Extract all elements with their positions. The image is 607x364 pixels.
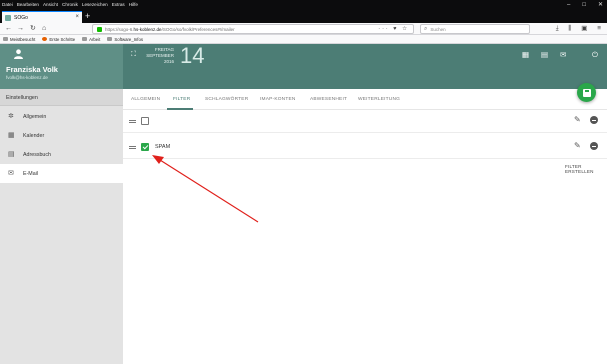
user-email: fvolk@hs-koblenz.de <box>6 75 48 80</box>
search-icon: ⌕ <box>424 25 428 32</box>
filter-row: SPAM ✎ <box>123 137 607 159</box>
menu-chronik[interactable]: Chronik <box>62 0 78 10</box>
back-icon[interactable]: ← <box>5 24 12 34</box>
menu-hilfe[interactable]: Hilfe <box>129 0 138 10</box>
drag-handle-icon[interactable] <box>129 146 136 149</box>
sidebar-item-label: Kalender <box>23 133 45 139</box>
power-icon[interactable]: ⏻ <box>592 50 598 60</box>
reload-icon[interactable]: ↻ <box>30 24 36 34</box>
filter-row: ✎ <box>123 111 607 133</box>
close-window-icon[interactable]: ✕ <box>598 0 603 10</box>
tab-weiterleitung[interactable]: WEITERLEITUNG <box>358 97 400 102</box>
preferences-sidebar: Einstellungen ✲ Allgemein ▦ Kalender ▤ A… <box>0 89 123 364</box>
sidebar-item-email[interactable]: ✉ E-Mail <box>0 164 123 183</box>
browser-tab-sogo[interactable]: SOGo × <box>2 11 82 23</box>
tab-allgemein[interactable]: ALLGEMEIN <box>131 97 160 102</box>
avatar <box>14 49 23 59</box>
bookmark-erste-schritte[interactable]: Erste Schritte <box>42 37 75 42</box>
home-icon[interactable]: ⌂ <box>42 24 46 34</box>
gear-icon: ✲ <box>8 113 14 120</box>
sidebar-item-label: Allgemein <box>23 114 47 120</box>
edit-icon[interactable]: ✎ <box>574 141 581 151</box>
contacts-icon: ▤ <box>8 151 15 158</box>
library-icon[interactable]: ⫼ <box>568 25 571 32</box>
filter-enabled-checkbox[interactable] <box>141 143 149 151</box>
create-filter-button[interactable]: FILTER ERSTELLEN <box>565 164 607 174</box>
screen: Datei Bearbeiten Ansicht Chronik Lesezei… <box>0 0 607 364</box>
folder-icon <box>107 37 113 41</box>
gear-icon <box>3 37 8 41</box>
remove-icon[interactable] <box>590 116 598 124</box>
tab-imap-konten[interactable]: IMAP-KONTEN <box>260 97 296 102</box>
url-bar[interactable]: https://sogo-6.hs-koblenz.de/SOGo/so/fvo… <box>92 24 414 34</box>
sidebar-item-kalender[interactable]: ▦ Kalender <box>0 126 123 145</box>
filter-enabled-checkbox[interactable] <box>141 117 149 125</box>
mail-icon: ✉ <box>8 170 14 177</box>
forward-icon[interactable]: → <box>17 24 24 34</box>
minimize-icon[interactable]: – <box>567 0 570 10</box>
tab-schlagwoerter[interactable]: SCHLAGWÖRTER <box>205 97 248 102</box>
remove-icon[interactable] <box>590 142 598 150</box>
filter-name: SPAM <box>155 144 171 150</box>
user-card: Franziska Volk fvolk@hs-koblenz.de <box>0 44 123 89</box>
fullscreen-icon[interactable]: ⛶ <box>131 51 136 59</box>
maximize-icon[interactable]: □ <box>582 0 586 10</box>
bookmark-software-infos[interactable]: Software_Infos <box>107 37 143 42</box>
search-bar[interactable]: ⌕ Suchen <box>420 24 530 34</box>
window-controls: – □ ✕ <box>567 0 603 10</box>
folder-icon <box>82 37 88 41</box>
mail-icon[interactable]: ✉ <box>560 50 566 60</box>
url-text: https://sogo-6.hs-koblenz.de/SOGo/so/fvo… <box>105 26 235 32</box>
mail-preferences-panel: ALLGEMEIN FILTER SCHLAGWÖRTER IMAP-KONTE… <box>123 89 607 364</box>
active-tab-indicator <box>167 108 193 110</box>
browser-toolbar-icons: ⤓ ⫼ ▣ ≡ <box>548 24 601 34</box>
tab-filter[interactable]: FILTER <box>173 97 190 102</box>
sidebar-item-allgemein[interactable]: ✲ Allgemein <box>0 107 123 126</box>
contacts-icon[interactable]: ▤ <box>541 50 548 60</box>
menu-datei[interactable]: Datei <box>2 0 13 10</box>
year: 2016 <box>163 59 174 64</box>
save-button[interactable] <box>577 83 596 102</box>
date-block: FREITAG SEPTEMBER 2016 <box>140 47 174 65</box>
browser-navbar: ← → ↻ ⌂ https://sogo-6.hs-koblenz.de/SOG… <box>0 23 607 35</box>
sidebar-item-label: Adressbuch <box>23 152 51 158</box>
bookmark-arbeit[interactable]: Arbeit <box>82 37 100 42</box>
drag-handle-icon[interactable] <box>129 120 136 123</box>
tab-close-icon[interactable]: × <box>75 14 79 20</box>
browser-menubar: Datei Bearbeiten Ansicht Chronik Lesezei… <box>0 0 607 10</box>
firefox-icon <box>42 37 48 41</box>
menu-bearbeiten[interactable]: Bearbeiten <box>17 0 39 10</box>
preference-tabs: ALLGEMEIN FILTER SCHLAGWÖRTER IMAP-KONTE… <box>123 89 607 110</box>
search-placeholder: Suchen <box>430 26 446 32</box>
sogo-favicon-icon <box>5 14 11 21</box>
menu-extras[interactable]: Extras <box>112 0 125 10</box>
sidebar-section-header: Einstellungen <box>0 89 123 106</box>
sidebar-toggle-icon[interactable]: ▣ <box>581 25 587 32</box>
tab-title: SOGo <box>14 14 28 21</box>
lock-icon <box>97 26 102 32</box>
save-icon <box>582 88 591 97</box>
calendar-icon: ▦ <box>8 132 15 139</box>
sidebar-item-adressbuch[interactable]: ▤ Adressbuch <box>0 145 123 164</box>
download-icon[interactable]: ⤓ <box>556 25 559 32</box>
page-actions-icon[interactable]: ··· ♥ ☆ <box>378 25 409 33</box>
sidebar-section-title: Einstellungen <box>6 95 38 101</box>
menu-ansicht[interactable]: Ansicht <box>43 0 58 10</box>
day-number: 14 <box>180 43 205 68</box>
calendar-icon[interactable]: ▦ <box>522 50 529 60</box>
menu-lesezeichen[interactable]: Lesezeichen <box>82 0 108 10</box>
edit-icon[interactable]: ✎ <box>574 115 581 125</box>
new-tab-button[interactable]: + <box>85 11 90 22</box>
sidebar-item-label: E-Mail <box>23 171 39 177</box>
bookmarks-bar: Meistbesucht Erste Schritte Arbeit Softw… <box>0 35 607 44</box>
tab-abwesenheit[interactable]: ABWESENHEIT <box>310 97 347 102</box>
bookmark-meistbesucht[interactable]: Meistbesucht <box>3 37 35 42</box>
browser-tabbar: SOGo × + <box>0 10 607 23</box>
user-name: Franziska Volk <box>6 65 58 74</box>
hamburger-menu-icon[interactable]: ≡ <box>597 25 601 32</box>
